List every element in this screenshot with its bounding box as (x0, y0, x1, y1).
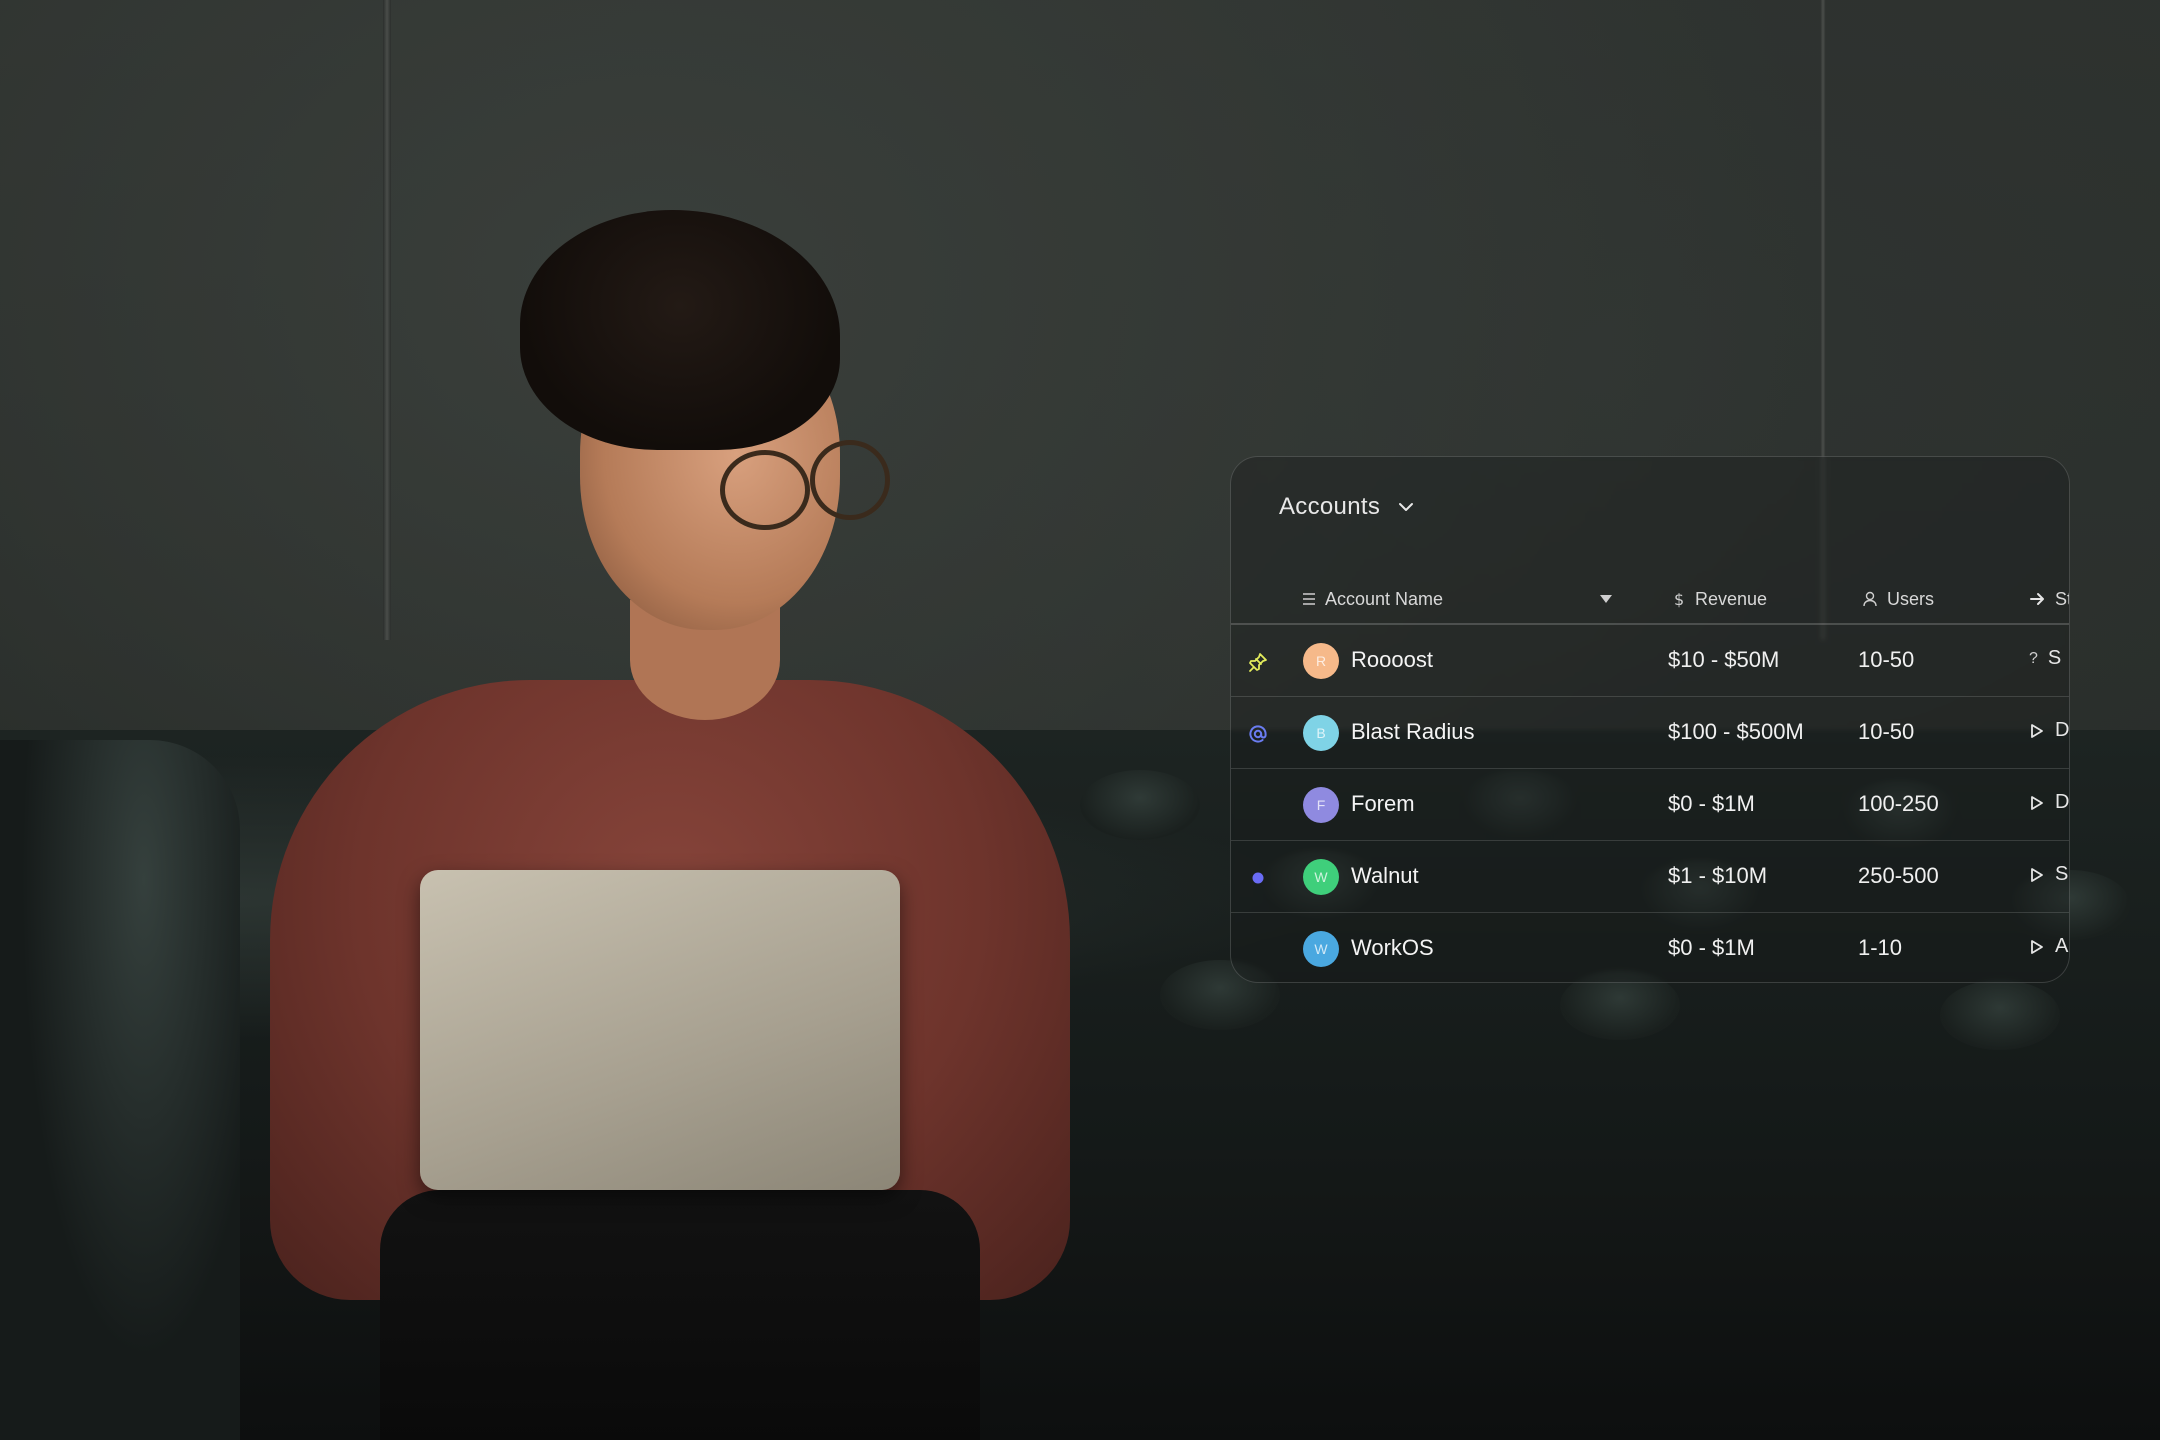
account-name[interactable]: Walnut (1351, 863, 1419, 889)
users-cell: 250-500 (1858, 863, 1939, 888)
column-header-users[interactable]: Users (1861, 584, 1934, 614)
status-cell: S (2029, 863, 2068, 886)
avatar: F (1303, 787, 1339, 823)
status-text: A (2055, 935, 2069, 957)
couch-arm (0, 740, 240, 1440)
account-name[interactable]: Forem (1351, 791, 1415, 817)
avatar: W (1303, 931, 1339, 967)
table-row[interactable]: B Blast Radius $100 - $500M 10-50 D (1231, 697, 2069, 769)
revenue-cell: $1 - $10M (1668, 863, 1768, 888)
avatar: R (1303, 643, 1339, 679)
users-cell: 10-50 (1858, 647, 1915, 672)
glasses (810, 440, 890, 520)
column-header-status[interactable]: St (2029, 584, 2069, 614)
status-text: D (2055, 791, 2070, 813)
revenue-cell: $0 - $1M (1668, 935, 1755, 960)
status-cell: ? S (2029, 647, 2061, 670)
status-cell: D (2029, 791, 2069, 814)
play-icon (2029, 794, 2045, 812)
chevron-down-icon (1394, 495, 1418, 519)
column-header-revenue[interactable]: $ Revenue (1671, 584, 1767, 614)
play-icon (2029, 938, 2045, 956)
column-label: Account Name (1325, 588, 1444, 609)
couch-tuft (1080, 770, 1200, 840)
revenue-cell: $100 - $500M (1668, 719, 1804, 744)
table-row[interactable]: W WorkOS $0 - $1M 1-10 A (1231, 913, 2069, 982)
panel-title: Accounts (1279, 493, 1381, 520)
accounts-dropdown[interactable]: Accounts (1279, 493, 1418, 521)
account-name[interactable]: Roooost (1351, 647, 1433, 673)
status-text: D (2055, 719, 2070, 741)
revenue-cell: $0 - $1M (1668, 791, 1755, 816)
sort-descending-icon[interactable] (1598, 592, 1614, 606)
play-icon (2029, 722, 2045, 740)
status-cell: A (2029, 935, 2068, 958)
revenue-cell: $10 - $50M (1668, 647, 1780, 672)
avatar: W (1303, 859, 1339, 895)
users-cell: 10-50 (1858, 719, 1915, 744)
table-row[interactable]: W Walnut $1 - $10M 250-500 S (1231, 841, 2069, 913)
laptop (420, 870, 900, 1190)
arrow-right-icon (2029, 591, 2047, 607)
users-cell: 100-250 (1858, 791, 1939, 816)
avatar: B (1303, 715, 1339, 751)
hair (520, 210, 840, 450)
column-label: St (2055, 588, 2069, 609)
dollar-icon: $ (1671, 590, 1687, 608)
account-name[interactable]: Blast Radius (1351, 719, 1475, 745)
status-text: S (2047, 647, 2062, 669)
table-row[interactable]: F Forem $0 - $1M 100-250 D (1231, 769, 2069, 841)
at-icon[interactable] (1245, 721, 1271, 747)
account-name[interactable]: WorkOS (1351, 935, 1434, 961)
column-header-account-name[interactable]: Account Name (1301, 584, 1443, 614)
status-text: S (2055, 863, 2069, 885)
table-row[interactable]: R Roooost $10 - $50M 10-50 ? S (1231, 625, 2069, 697)
legs (380, 1190, 980, 1440)
users-cell: 1-10 (1858, 935, 1903, 960)
status-cell: D (2029, 719, 2069, 742)
svg-text:$: $ (1674, 590, 1684, 608)
pin-icon[interactable] (1245, 649, 1271, 675)
play-icon (2029, 866, 2045, 884)
question-icon: ? (2029, 649, 2038, 667)
user-icon (1861, 590, 1879, 608)
accounts-panel: Accounts Account Name $ Revenue Users St (1230, 456, 2070, 983)
dot-icon (1245, 865, 1271, 891)
column-label: Users (1887, 588, 1935, 609)
list-icon (1301, 591, 1317, 607)
couch-tuft (1940, 980, 2060, 1050)
person (250, 200, 1070, 1440)
column-label: Revenue (1695, 588, 1768, 609)
glasses (720, 450, 810, 530)
